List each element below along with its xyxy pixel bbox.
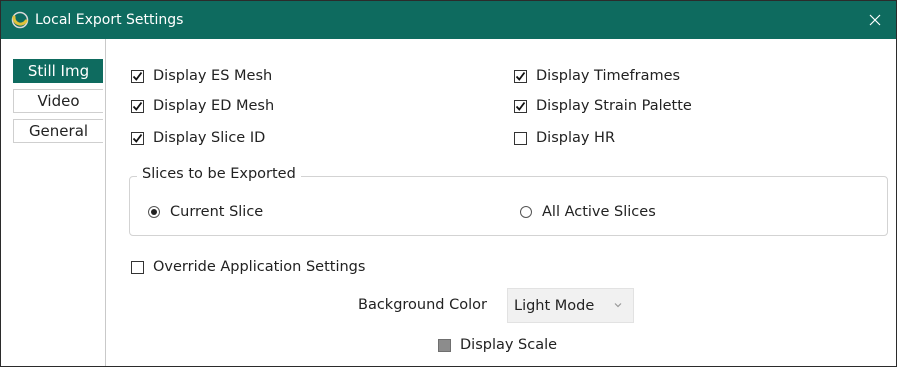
display-slice-id-checkbox[interactable]: Display Slice ID xyxy=(131,130,265,146)
close-button[interactable] xyxy=(862,7,888,33)
close-icon xyxy=(869,14,881,26)
checkmark-icon xyxy=(132,71,143,81)
checkbox-label: Display ES Mesh xyxy=(153,68,273,84)
display-timeframes-checkbox[interactable]: Display Timeframes xyxy=(514,68,680,84)
checkbox-label: Display Timeframes xyxy=(536,68,681,84)
checkbox-label: Display Scale xyxy=(460,337,558,353)
tab-video[interactable]: Video xyxy=(13,89,103,113)
display-es-mesh-checkbox[interactable]: Display ES Mesh xyxy=(131,68,272,84)
all-active-slices-radio[interactable]: All Active Slices xyxy=(520,204,656,220)
checkbox-label: Display ED Mesh xyxy=(153,98,275,114)
tab-sidebar: Still Img Video General xyxy=(1,39,106,366)
tab-still-img[interactable]: Still Img xyxy=(13,59,103,83)
checkbox-box xyxy=(514,99,527,113)
checkmark-icon xyxy=(515,71,526,81)
current-slice-radio[interactable]: Current Slice xyxy=(148,204,263,220)
radio-label: All Active Slices xyxy=(542,204,656,220)
radio-dot xyxy=(151,209,157,215)
window-title: Local Export Settings xyxy=(35,12,184,28)
checkbox-box xyxy=(514,69,527,83)
display-ed-mesh-checkbox[interactable]: Display ED Mesh xyxy=(131,98,274,114)
local-export-settings-dialog: Local Export Settings Still Img Video Ge… xyxy=(0,0,897,367)
display-scale-checkbox[interactable]: Display Scale xyxy=(438,337,557,353)
checkmark-icon xyxy=(515,101,526,111)
radio-circle xyxy=(520,206,532,218)
checkbox-label: Display Slice ID xyxy=(153,130,266,146)
background-color-label: Background Color xyxy=(358,297,487,313)
checkbox-box xyxy=(131,260,144,274)
tab-general[interactable]: General xyxy=(13,119,103,143)
checkbox-box xyxy=(514,131,527,145)
checkbox-label: Display HR xyxy=(536,130,616,146)
checkmark-icon xyxy=(132,133,143,143)
override-application-settings-checkbox[interactable]: Override Application Settings xyxy=(131,259,365,275)
radio-label: Current Slice xyxy=(170,204,264,220)
background-color-select[interactable]: Light Mode xyxy=(507,288,634,323)
checkbox-box xyxy=(131,131,144,145)
app-logo-icon xyxy=(11,11,29,29)
chevron-down-icon xyxy=(614,303,622,308)
checkbox-label: Override Application Settings xyxy=(153,259,366,275)
checkbox-box xyxy=(131,69,144,83)
checkbox-label: Display Strain Palette xyxy=(536,98,692,114)
slices-group-legend: Slices to be Exported xyxy=(137,166,301,182)
display-strain-palette-checkbox[interactable]: Display Strain Palette xyxy=(514,98,692,114)
radio-circle xyxy=(148,206,160,218)
background-color-value: Light Mode xyxy=(514,297,595,314)
display-hr-checkbox[interactable]: Display HR xyxy=(514,130,615,146)
title-bar: Local Export Settings xyxy=(1,1,896,39)
slices-group: Slices to be Exported Current Slice All … xyxy=(129,166,888,236)
checkbox-box xyxy=(131,99,144,113)
checkmark-icon xyxy=(132,101,143,111)
checkbox-box xyxy=(438,338,451,352)
